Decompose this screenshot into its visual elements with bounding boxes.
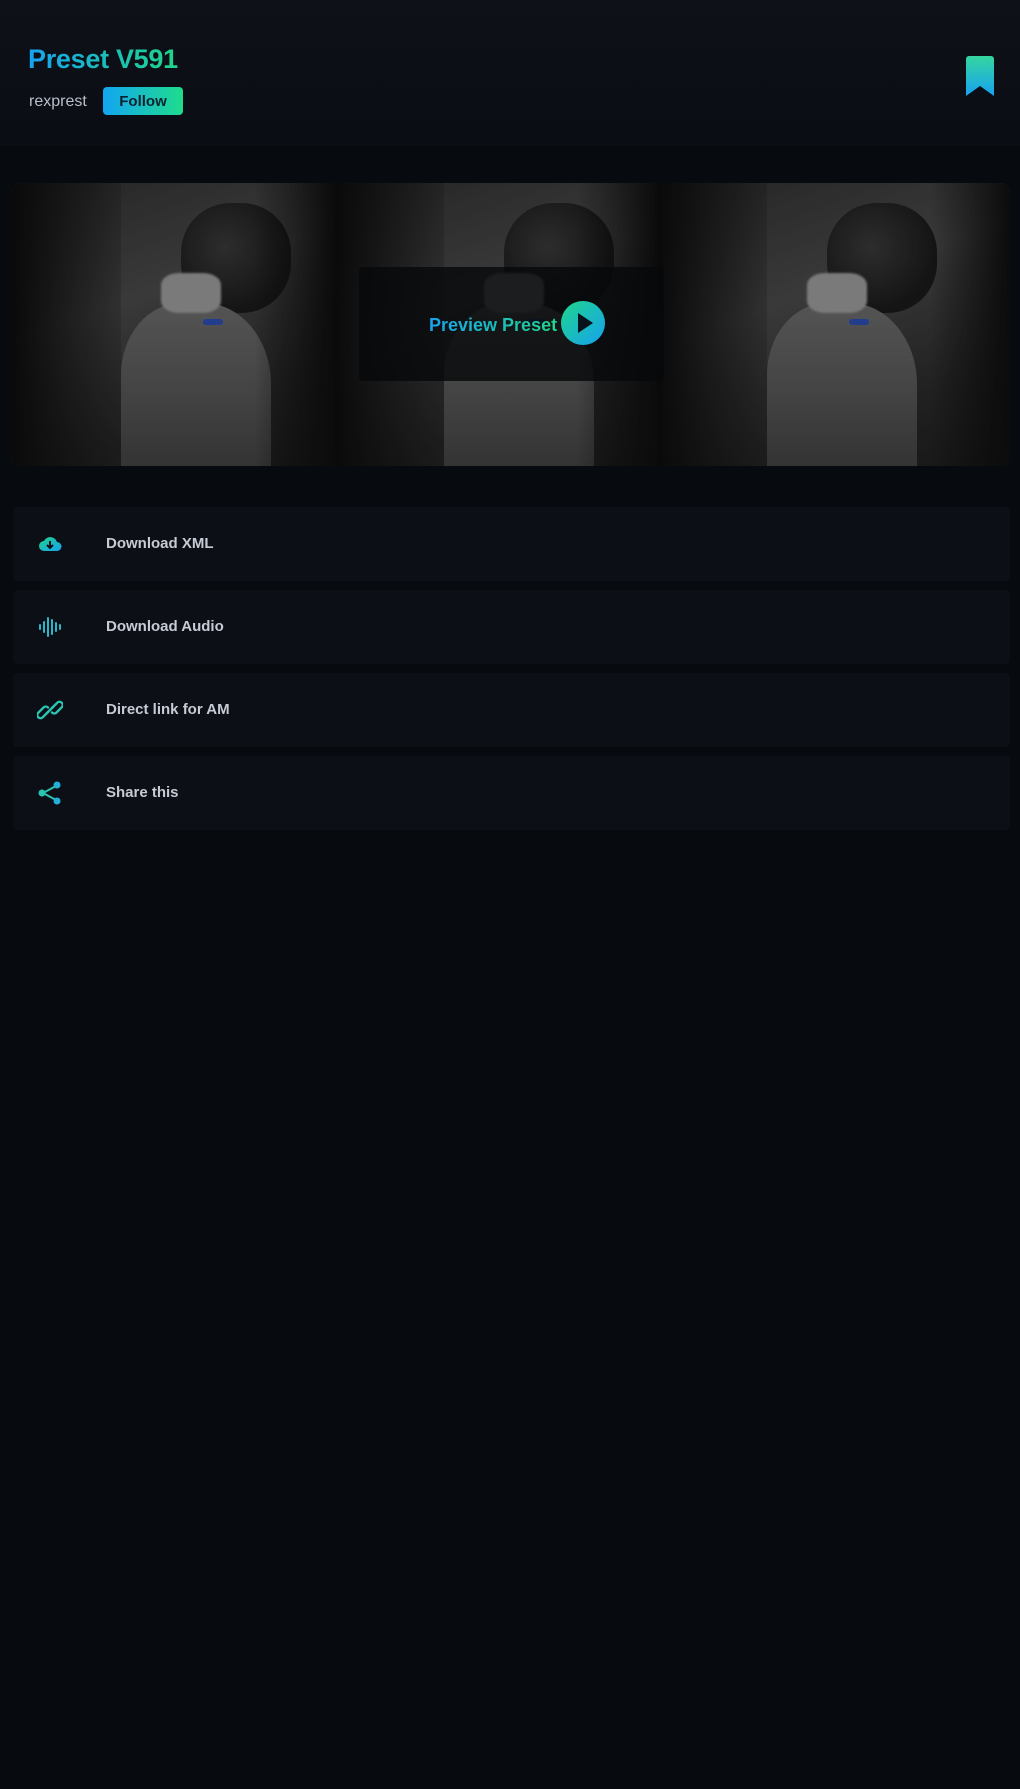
share-icon: [38, 781, 61, 805]
action-label: Direct link for AM: [106, 701, 230, 718]
audio-wave-icon: [39, 617, 61, 637]
action-label: Download XML: [106, 535, 214, 552]
download-audio-button[interactable]: Download Audio: [13, 590, 1010, 664]
share-button[interactable]: Share this: [13, 756, 1010, 830]
action-list: Download XML Download Audio Direct link …: [13, 507, 1010, 839]
page-header: Preset V591 rexprest Follow: [0, 0, 1020, 146]
author-name[interactable]: rexprest: [29, 93, 87, 111]
preview-preset-label[interactable]: Preview Preset: [429, 315, 557, 336]
page-title: Preset V591: [28, 44, 178, 74]
bookmark-icon[interactable]: [966, 56, 994, 96]
link-icon: [37, 700, 63, 720]
play-icon[interactable]: [561, 301, 605, 345]
preset-preview[interactable]: Preview Preset: [11, 183, 1010, 466]
download-xml-button[interactable]: Download XML: [13, 507, 1010, 581]
cloud-download-icon: [39, 537, 62, 551]
header-divider: [0, 138, 1020, 146]
direct-link-button[interactable]: Direct link for AM: [13, 673, 1010, 747]
follow-button[interactable]: Follow: [103, 87, 183, 115]
action-label: Share this: [106, 784, 179, 801]
action-label: Download Audio: [106, 618, 224, 635]
